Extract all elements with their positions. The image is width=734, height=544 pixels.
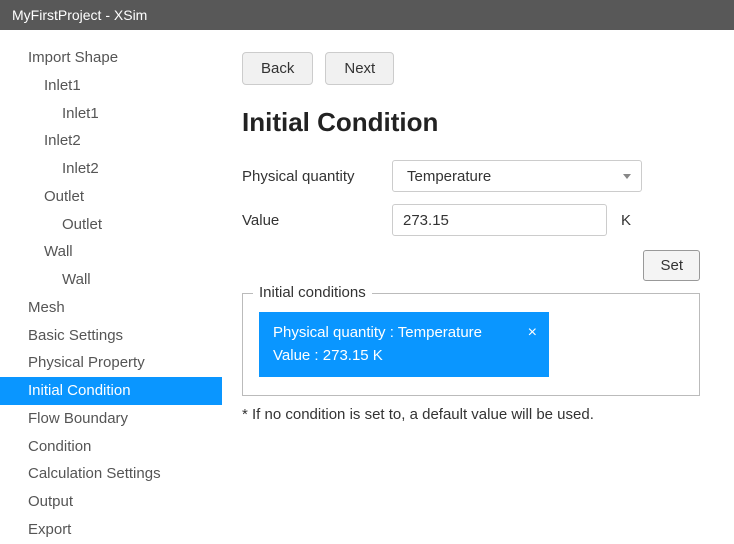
- physical-quantity-value: Temperature: [407, 168, 491, 185]
- page-title: Initial Condition: [242, 107, 714, 138]
- sidebar-item-outlet[interactable]: Outlet: [0, 211, 222, 239]
- value-row: Value K: [242, 204, 714, 236]
- sidebar-item-export[interactable]: Export: [0, 516, 222, 544]
- value-label: Value: [242, 212, 392, 229]
- value-input[interactable]: [392, 204, 607, 236]
- sidebar-item-wall[interactable]: Wall: [0, 238, 222, 266]
- sidebar: Import ShapeInlet1Inlet1Inlet2Inlet2Outl…: [0, 30, 222, 502]
- condition-line-1: Physical quantity : Temperature: [273, 322, 535, 345]
- condition-line-2: Value : 273.15 K: [273, 345, 535, 368]
- physical-quantity-row: Physical quantity Temperature: [242, 160, 714, 192]
- sidebar-item-inlet1[interactable]: Inlet1: [0, 100, 222, 128]
- set-button-wrap: Set: [242, 250, 700, 281]
- sidebar-item-inlet2[interactable]: Inlet2: [0, 155, 222, 183]
- sidebar-item-mesh[interactable]: Mesh: [0, 294, 222, 322]
- physical-quantity-label: Physical quantity: [242, 168, 392, 185]
- sidebar-item-physical-property[interactable]: Physical Property: [0, 349, 222, 377]
- sidebar-item-condition[interactable]: Condition: [0, 433, 222, 461]
- close-icon[interactable]: ×: [528, 321, 537, 345]
- sidebar-item-basic-settings[interactable]: Basic Settings: [0, 322, 222, 350]
- next-button[interactable]: Next: [325, 52, 394, 85]
- condition-card[interactable]: Physical quantity : Temperature Value : …: [259, 312, 549, 377]
- sidebar-item-import-shape[interactable]: Import Shape: [0, 44, 222, 72]
- set-button[interactable]: Set: [643, 250, 700, 281]
- sidebar-item-calculation-settings[interactable]: Calculation Settings: [0, 460, 222, 488]
- sidebar-item-inlet1[interactable]: Inlet1: [0, 72, 222, 100]
- main-panel: Back Next Initial Condition Physical qua…: [222, 30, 734, 502]
- chevron-down-icon: [623, 174, 631, 179]
- value-unit: K: [621, 212, 631, 229]
- sidebar-item-initial-condition[interactable]: Initial Condition: [0, 377, 222, 405]
- initial-conditions-legend: Initial conditions: [253, 284, 372, 301]
- back-button[interactable]: Back: [242, 52, 313, 85]
- sidebar-item-outlet[interactable]: Outlet: [0, 183, 222, 211]
- nav-buttons: Back Next: [242, 52, 714, 85]
- sidebar-item-wall[interactable]: Wall: [0, 266, 222, 294]
- sidebar-item-inlet2[interactable]: Inlet2: [0, 127, 222, 155]
- titlebar: MyFirstProject - XSim: [0, 0, 734, 30]
- initial-conditions-fieldset: Initial conditions Physical quantity : T…: [242, 293, 700, 396]
- physical-quantity-select[interactable]: Temperature: [392, 160, 642, 192]
- window-title: MyFirstProject - XSim: [12, 7, 147, 23]
- sidebar-item-flow-boundary[interactable]: Flow Boundary: [0, 405, 222, 433]
- footnote: * If no condition is set to, a default v…: [242, 406, 714, 423]
